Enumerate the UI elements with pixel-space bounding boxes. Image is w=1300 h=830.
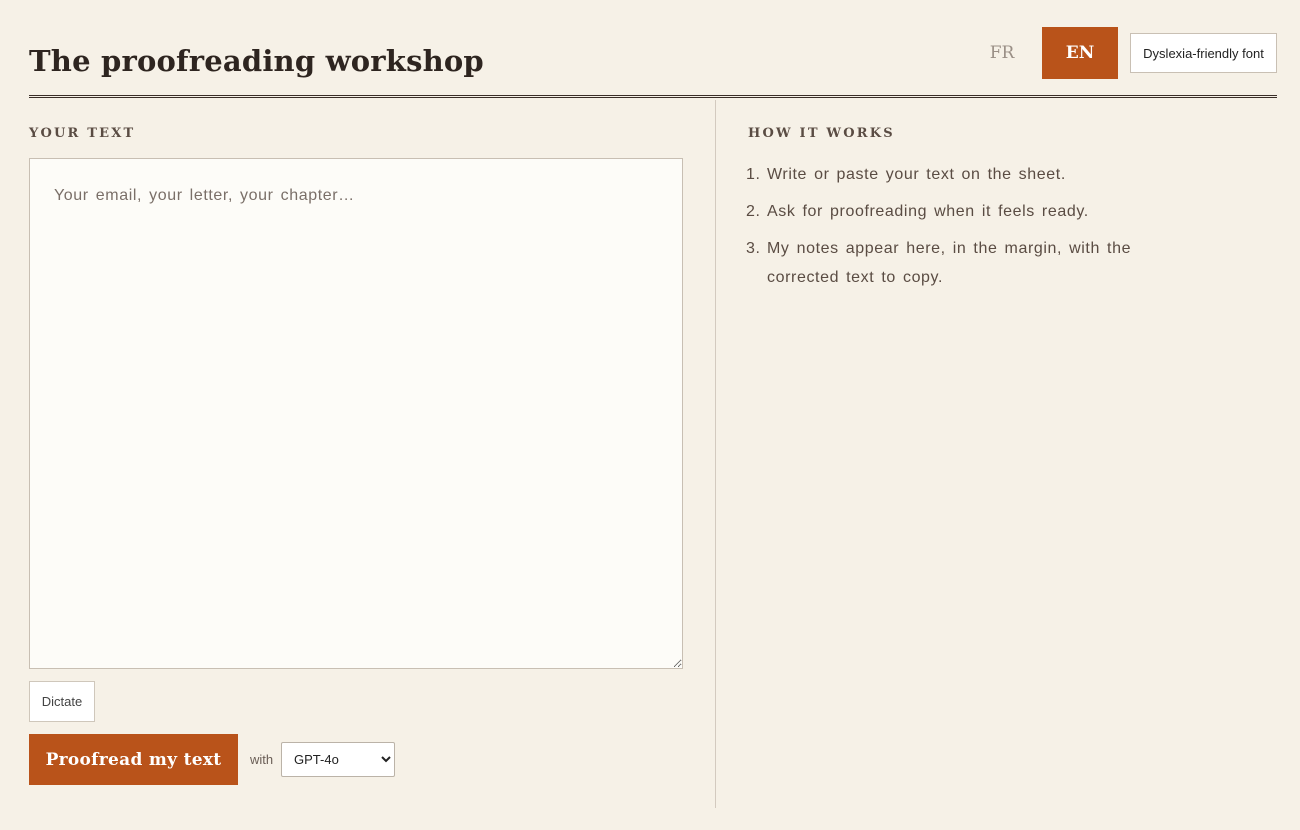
page-title: The proofreading workshop bbox=[29, 44, 484, 78]
how-it-works-steps: 1. Write or paste your text on the sheet… bbox=[746, 160, 1146, 300]
with-label: with bbox=[250, 752, 274, 767]
your-text-label: YOUR TEXT bbox=[29, 126, 136, 141]
language-en-button[interactable]: EN bbox=[1042, 27, 1118, 79]
step-text: Write or paste your text on the sheet. bbox=[767, 166, 1066, 183]
step-item: 1. Write or paste your text on the sheet… bbox=[746, 160, 1146, 189]
text-input[interactable] bbox=[29, 158, 683, 669]
model-select[interactable]: GPT-4o bbox=[281, 742, 395, 777]
step-number: 1. bbox=[746, 166, 761, 183]
column-divider bbox=[715, 100, 716, 808]
header: The proofreading workshop FR EN Dyslexia… bbox=[29, 0, 1277, 100]
dictate-button[interactable]: Dictate bbox=[29, 681, 95, 722]
step-text: My notes appear here, in the margin, wit… bbox=[767, 240, 1132, 286]
step-text: Ask for proofreading when it feels ready… bbox=[767, 203, 1089, 220]
how-it-works-label: HOW IT WORKS bbox=[748, 126, 895, 141]
step-item: 2. Ask for proofreading when it feels re… bbox=[746, 197, 1146, 226]
dyslexia-font-button[interactable]: Dyslexia-friendly font bbox=[1130, 33, 1277, 73]
header-double-rule bbox=[29, 95, 1277, 98]
proofread-button[interactable]: Proofread my text bbox=[29, 734, 238, 785]
step-number: 2. bbox=[746, 203, 761, 220]
step-number: 3. bbox=[746, 240, 761, 257]
step-item: 3. My notes appear here, in the margin, … bbox=[746, 234, 1146, 292]
language-fr-button[interactable]: FR bbox=[974, 27, 1030, 79]
